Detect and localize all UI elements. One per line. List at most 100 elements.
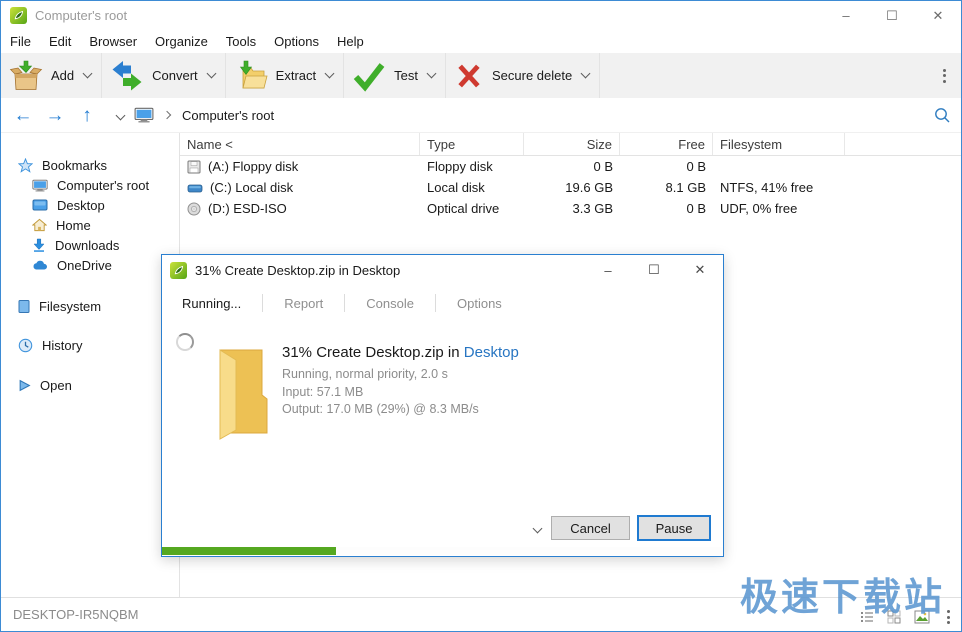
add-dropdown-chevron-icon[interactable] <box>82 68 93 79</box>
progress-fill <box>162 547 336 555</box>
title-bar: Computer's root – ☐ ✕ <box>1 1 961 30</box>
navigation-bar: ← → ↑ Computer's root <box>1 98 961 133</box>
sidebar-item-label: Home <box>56 217 91 233</box>
computer-icon <box>134 107 154 123</box>
minimize-button[interactable]: – <box>823 1 869 30</box>
tab-report[interactable]: Report <box>262 294 344 312</box>
computer-icon <box>32 179 48 191</box>
file-name: (A:) Floppy disk <box>208 159 299 174</box>
up-arrow-icon[interactable]: ↑ <box>71 106 103 125</box>
home-icon <box>32 218 47 232</box>
sidebar-item-downloads[interactable]: Downloads <box>1 235 179 255</box>
breadcrumb[interactable]: Computer's root <box>182 108 274 123</box>
menu-tools[interactable]: Tools <box>217 34 265 49</box>
table-row[interactable]: (A:) Floppy disk Floppy disk 0 B 0 B <box>180 156 961 177</box>
table-row[interactable]: (D:) ESD-ISO Optical drive 3.3 GB 0 B UD… <box>180 198 961 219</box>
folder-icon <box>219 349 268 440</box>
add-button[interactable]: Add <box>9 60 74 92</box>
sidebar-item-label: Filesystem <box>39 298 102 314</box>
optical-disc-icon <box>187 202 201 215</box>
menu-options[interactable]: Options <box>265 34 328 49</box>
cloud-icon <box>33 260 48 269</box>
test-checkmark-icon <box>353 62 385 92</box>
sidebar-item-bookmarks[interactable]: Bookmarks <box>1 155 179 175</box>
sidebar-item-onedrive[interactable]: OneDrive <box>1 255 179 275</box>
column-header-name[interactable]: Name < <box>180 133 420 155</box>
extract-icon <box>239 60 268 88</box>
sidebar: Bookmarks Computer's root Desktop Home D… <box>1 133 180 597</box>
column-header-type[interactable]: Type <box>420 133 524 155</box>
sidebar-item-history[interactable]: History <box>1 335 179 355</box>
sidebar-item-label: History <box>42 337 83 353</box>
sidebar-item-label: Bookmarks <box>42 157 108 173</box>
file-filesystem: UDF, 0% free <box>720 201 798 216</box>
watermark: 极速下载站 <box>739 577 945 619</box>
dialog-minimize-button[interactable]: – <box>585 255 631 285</box>
toolbar: Add Convert Extract Test Secure delete <box>1 53 961 98</box>
menu-bar: File Edit Browser Organize Tools Options… <box>1 30 961 53</box>
sidebar-item-label: Open <box>40 377 72 393</box>
progress-bar <box>162 547 723 555</box>
tab-running[interactable]: Running... <box>172 294 262 312</box>
task-info: 31% Create Desktop.zip in Desktop Runnin… <box>282 344 519 419</box>
cancel-button[interactable]: Cancel <box>551 516 630 540</box>
breadcrumb-separator-icon <box>162 110 172 120</box>
toolbar-more-options-icon[interactable] <box>931 53 957 98</box>
task-destination-link[interactable]: Desktop <box>464 344 519 361</box>
test-button[interactable]: Test <box>352 60 418 92</box>
dialog-tabs: Running... Report Console Options <box>162 285 723 321</box>
star-icon <box>18 157 33 173</box>
menu-edit[interactable]: Edit <box>40 34 80 49</box>
dialog-title-bar: 31% Create Desktop.zip in Desktop – ☐ ✕ <box>162 255 723 285</box>
sidebar-item-filesystem[interactable]: Filesystem <box>1 296 179 316</box>
address-dropdown-chevron-icon[interactable] <box>115 110 126 120</box>
convert-button-label: Convert <box>152 68 198 83</box>
play-icon <box>19 379 31 391</box>
sidebar-item-computers-root[interactable]: Computer's root <box>1 175 179 195</box>
secure-delete-dropdown-chevron-icon[interactable] <box>580 68 591 79</box>
convert-dropdown-chevron-icon[interactable] <box>206 68 217 79</box>
test-button-label: Test <box>394 68 418 83</box>
pause-button[interactable]: Pause <box>637 515 711 541</box>
extract-button-label: Extract <box>275 68 317 83</box>
file-name: (D:) ESD-ISO <box>208 201 287 216</box>
dialog-title: 31% Create Desktop.zip in Desktop <box>195 262 401 278</box>
column-headers: Name < Type Size Free Filesystem <box>180 133 961 156</box>
add-button-label: Add <box>51 68 75 83</box>
column-header-free[interactable]: Free <box>620 133 713 155</box>
sidebar-item-label: OneDrive <box>57 257 112 273</box>
extract-dropdown-chevron-icon[interactable] <box>324 68 335 79</box>
secure-delete-button-label: Secure delete <box>491 68 573 83</box>
forward-arrow-icon[interactable]: → <box>39 106 71 125</box>
secure-delete-button[interactable]: Secure delete <box>454 60 572 92</box>
clock-icon <box>18 338 33 352</box>
tab-console[interactable]: Console <box>344 294 435 312</box>
menu-organize[interactable]: Organize <box>146 34 217 49</box>
table-row[interactable]: (C:) Local disk Local disk 19.6 GB 8.1 G… <box>180 177 961 198</box>
dialog-maximize-button[interactable]: ☐ <box>631 255 677 285</box>
progress-dialog: 31% Create Desktop.zip in Desktop – ☐ ✕ … <box>161 254 724 557</box>
close-button[interactable]: ✕ <box>915 1 961 30</box>
maximize-button[interactable]: ☐ <box>869 1 915 30</box>
back-arrow-icon[interactable]: ← <box>7 106 39 125</box>
test-dropdown-chevron-icon[interactable] <box>426 68 437 79</box>
sidebar-item-home[interactable]: Home <box>1 215 179 235</box>
file-type: Local disk <box>427 180 485 195</box>
menu-browser[interactable]: Browser <box>80 34 146 49</box>
search-icon[interactable] <box>933 106 951 127</box>
tab-options[interactable]: Options <box>435 294 523 312</box>
menu-file[interactable]: File <box>1 34 40 49</box>
extract-button[interactable]: Extract <box>234 60 316 92</box>
convert-button[interactable]: Convert <box>110 60 198 92</box>
sidebar-item-label: Desktop <box>57 197 105 213</box>
floppy-icon <box>187 160 201 173</box>
sidebar-item-open[interactable]: Open <box>1 375 179 395</box>
drive-icon <box>18 299 30 313</box>
column-header-filesystem[interactable]: Filesystem <box>713 133 845 155</box>
convert-icon <box>112 60 142 90</box>
file-free: 0 B <box>686 159 706 174</box>
menu-help[interactable]: Help <box>328 34 373 49</box>
dialog-close-button[interactable]: ✕ <box>677 255 723 285</box>
column-header-size[interactable]: Size <box>524 133 620 155</box>
sidebar-item-desktop[interactable]: Desktop <box>1 195 179 215</box>
